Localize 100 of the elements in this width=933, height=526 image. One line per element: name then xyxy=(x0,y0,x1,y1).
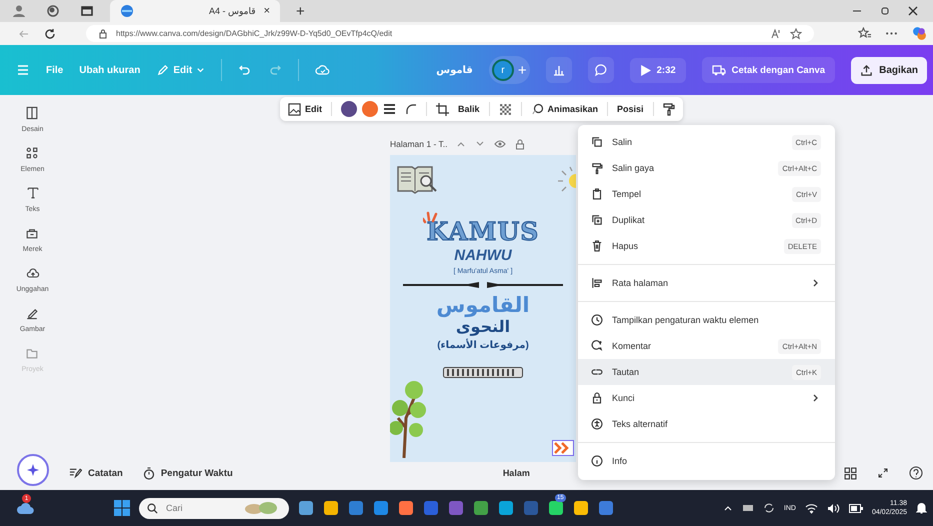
address-bar[interactable]: https://www.canva.com/design/DAGbhiC_Jrk/z99W-D-Yq5d0_OEvTfp4cQ/edit xyxy=(86,25,814,42)
sync-icon[interactable] xyxy=(762,502,775,514)
crop-icon[interactable] xyxy=(436,102,449,116)
accessibility-icon xyxy=(590,417,604,431)
browser-tab[interactable]: A4 - قاموس × xyxy=(110,0,280,22)
read-aloud-icon[interactable] xyxy=(770,28,782,40)
paint-roller-icon xyxy=(590,161,604,175)
app-icon[interactable] xyxy=(298,500,314,516)
corner-icon[interactable] xyxy=(405,103,417,115)
pencil-icon xyxy=(156,64,170,76)
menu-item[interactable]: Teks alternatif xyxy=(578,411,835,437)
menu-item[interactable]: Info xyxy=(578,448,835,474)
flip-button[interactable]: Balik xyxy=(458,104,480,114)
battery-icon[interactable] xyxy=(848,504,863,512)
app-icon[interactable] xyxy=(398,500,414,516)
menu-item[interactable]: Kunci xyxy=(578,385,835,411)
app-icon[interactable] xyxy=(323,500,339,516)
copilot-icon[interactable] xyxy=(912,26,927,41)
tray-app-icon[interactable] xyxy=(742,502,754,514)
chevrons-drawing xyxy=(552,440,574,456)
windows-start-icon[interactable] xyxy=(114,500,130,516)
position-button[interactable]: Posisi xyxy=(617,104,644,114)
color-swatch[interactable] xyxy=(362,101,378,117)
design-title: KAMUS xyxy=(426,219,540,244)
app-icon[interactable] xyxy=(598,500,614,516)
app-icon[interactable] xyxy=(373,500,389,516)
page-counter[interactable]: Halam xyxy=(502,468,530,478)
bar-chart-icon[interactable] xyxy=(546,57,572,83)
design-subtitle: NAHWU xyxy=(454,247,512,264)
line-weight-icon[interactable] xyxy=(383,103,396,115)
lock-icon[interactable] xyxy=(515,138,526,150)
animate-button[interactable]: Animasikan xyxy=(530,102,598,116)
share-button[interactable]: Bagikan xyxy=(851,56,927,84)
app-icon[interactable] xyxy=(473,500,489,516)
search-highlight-drawing xyxy=(244,501,278,515)
comment-icon xyxy=(590,339,604,353)
timer-button[interactable]: Pengatur Waktu xyxy=(142,466,233,480)
present-button[interactable]: 2:32 xyxy=(630,58,686,82)
lock-icon xyxy=(590,391,604,405)
cloud-check-icon[interactable] xyxy=(315,63,330,77)
restore-icon[interactable] xyxy=(879,5,891,17)
sparkle-icon xyxy=(26,463,40,477)
edit-image-button[interactable]: Edit xyxy=(288,102,322,116)
speaker-icon[interactable] xyxy=(826,502,840,514)
wifi-icon[interactable] xyxy=(804,502,818,514)
tab-title: A4 - قاموس xyxy=(209,6,256,16)
profile-icon[interactable] xyxy=(12,4,26,18)
lock-icon xyxy=(98,28,108,38)
taskbar-search[interactable]: Cari xyxy=(139,498,289,518)
site-icon xyxy=(120,4,134,18)
align-icon xyxy=(590,276,604,290)
transparency-icon[interactable] xyxy=(498,102,512,116)
close-icon[interactable] xyxy=(907,5,919,17)
url-text: https://www.canva.com/design/DAGbhiC_Jrk/z99W-D-Yq5d0_OEvTfp4cQ/edit xyxy=(116,29,392,38)
shapes-icon xyxy=(24,145,40,161)
undo-icon[interactable] xyxy=(238,63,252,77)
tab-actions-icon[interactable] xyxy=(80,4,94,18)
search-input[interactable]: Cari xyxy=(164,502,238,514)
grid-icon[interactable] xyxy=(844,466,857,480)
help-icon[interactable] xyxy=(909,466,923,480)
paint-roller-icon[interactable] xyxy=(662,102,675,116)
arabic-subtitle: النحوى xyxy=(456,318,510,338)
app-icon[interactable] xyxy=(348,500,364,516)
menu-item[interactable]: Tampilkan pengaturan waktu elemen xyxy=(578,307,835,333)
text-icon xyxy=(24,185,40,201)
tab-close-button[interactable]: × xyxy=(264,5,270,17)
truck-icon xyxy=(712,64,726,76)
layout-icon xyxy=(24,105,40,121)
workspaces-icon[interactable] xyxy=(46,4,60,18)
magic-button[interactable] xyxy=(16,454,48,486)
arabic-caption: (مرفوعات الأسماء) xyxy=(437,340,529,352)
print-button[interactable]: Cetak dengan Canva xyxy=(702,57,836,83)
notes-button[interactable]: Catatan xyxy=(69,467,123,479)
star-icon[interactable] xyxy=(790,28,802,40)
clock-icon xyxy=(590,313,604,327)
new-tab-button[interactable]: + xyxy=(296,2,305,20)
expand-icon[interactable] xyxy=(877,467,889,479)
app-icon[interactable] xyxy=(573,500,589,516)
play-icon xyxy=(640,64,651,76)
page-label[interactable]: Halaman 1 - T.. xyxy=(390,139,448,149)
reload-icon[interactable] xyxy=(44,28,56,40)
app-icon[interactable] xyxy=(498,500,514,516)
stopwatch-icon xyxy=(142,466,155,480)
color-swatch[interactable] xyxy=(341,101,357,117)
info-icon xyxy=(590,454,604,468)
weather-icon[interactable] xyxy=(16,500,36,516)
favorites-icon[interactable] xyxy=(858,27,871,40)
comment-icon[interactable] xyxy=(588,57,614,83)
chevron-down-icon xyxy=(196,66,206,74)
app-icon[interactable] xyxy=(548,500,564,516)
eye-icon[interactable] xyxy=(494,139,506,149)
clipboard-icon xyxy=(590,187,604,201)
animation-icon xyxy=(530,102,544,116)
user-avatar[interactable]: r xyxy=(492,59,514,81)
image-icon xyxy=(288,102,301,116)
upload-icon xyxy=(860,64,874,76)
notification-bell-icon[interactable] xyxy=(916,502,927,514)
trash-icon xyxy=(590,239,604,253)
menu-item[interactable]: Rata halaman xyxy=(578,270,835,296)
search-icon xyxy=(147,502,158,514)
